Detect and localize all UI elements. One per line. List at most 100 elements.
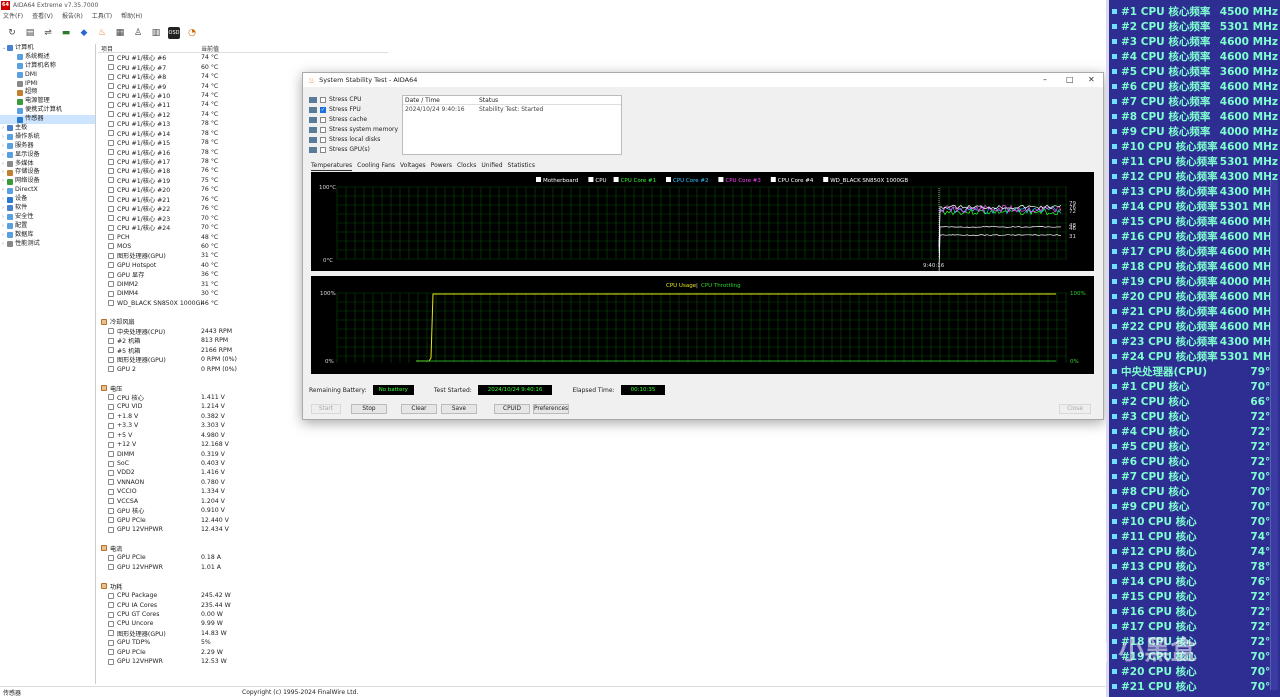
tree-item[interactable]: 便携式计算机 bbox=[0, 106, 95, 115]
tree-item[interactable]: 传感器 bbox=[0, 115, 95, 125]
table-row[interactable]: CPU #1/核心 #6 74 °C bbox=[98, 53, 388, 62]
tree-item[interactable]: › 配置 bbox=[0, 222, 95, 231]
disk-icon[interactable]: ◆ bbox=[78, 27, 90, 39]
table-row[interactable]: CPU IA Cores 235.44 W bbox=[98, 600, 388, 609]
table-row[interactable]: GPU 12VHPWR 12.53 W bbox=[98, 657, 388, 666]
legend-checkbox[interactable] bbox=[718, 177, 724, 182]
tab-cooling-fans[interactable]: Cooling Fans bbox=[357, 161, 395, 171]
maximize-icon[interactable]: □ bbox=[1066, 75, 1074, 84]
stress-checkbox[interactable] bbox=[320, 136, 326, 143]
tree-item[interactable]: › 主板 bbox=[0, 124, 95, 133]
osd-icon[interactable]: OSD bbox=[168, 27, 180, 39]
table-row[interactable]: CPU #1/核心 #7 60 °C bbox=[98, 62, 388, 72]
stress-option[interactable]: Stress GPU(s) bbox=[309, 145, 370, 154]
table-row[interactable]: VCCSA 1.204 V bbox=[98, 497, 388, 506]
stress-option[interactable]: ✓ Stress FPU bbox=[309, 105, 361, 114]
legend-checkbox[interactable] bbox=[536, 177, 541, 182]
stop-button[interactable]: Stop bbox=[351, 404, 387, 414]
stress-checkbox[interactable]: ✓ bbox=[320, 106, 326, 113]
tree-item[interactable]: 超频 bbox=[0, 88, 95, 97]
list-section-header[interactable]: 电流 bbox=[98, 544, 388, 553]
tree-item[interactable]: › 操作系统 bbox=[0, 133, 95, 142]
tree-item[interactable]: › DirectX bbox=[0, 186, 95, 195]
stress-checkbox[interactable] bbox=[320, 96, 326, 103]
table-row[interactable]: VNNAON 0.780 V bbox=[98, 478, 388, 487]
table-row[interactable]: CPU Package 245.42 W bbox=[98, 591, 388, 600]
tree-item[interactable]: › 显示设备 bbox=[0, 151, 95, 160]
close-icon[interactable]: ✕ bbox=[1088, 75, 1095, 84]
stress-checkbox[interactable] bbox=[320, 126, 326, 133]
stress-checkbox[interactable] bbox=[320, 146, 326, 153]
table-row[interactable]: +5 V 4.980 V bbox=[98, 431, 388, 440]
table-row[interactable]: +12 V 12.168 V bbox=[98, 440, 388, 449]
table-row[interactable]: VCCIO 1.334 V bbox=[98, 487, 388, 496]
osd-scrollbar[interactable] bbox=[1270, 180, 1278, 690]
preferences-button[interactable]: Preferences bbox=[533, 404, 569, 414]
tree-item[interactable]: › 性能测试 bbox=[0, 240, 95, 249]
start-button[interactable]: Start bbox=[311, 404, 341, 414]
table-row[interactable]: GPU TDP% 5% bbox=[98, 638, 388, 647]
table-row[interactable]: +3.3 V 3.303 V bbox=[98, 421, 388, 430]
column-item[interactable]: 项目 bbox=[98, 44, 201, 53]
tab-statistics[interactable]: Statistics bbox=[508, 161, 535, 171]
legend-checkbox[interactable] bbox=[666, 177, 671, 182]
tree-item[interactable]: › 数据库 bbox=[0, 231, 95, 240]
refresh-icon[interactable]: ↻ bbox=[6, 27, 18, 39]
legend-checkbox[interactable] bbox=[613, 177, 619, 182]
tab-voltages[interactable]: Voltages bbox=[400, 161, 426, 171]
tab-powers[interactable]: Powers bbox=[431, 161, 452, 171]
column-value[interactable]: 当前值 bbox=[201, 44, 219, 53]
table-row[interactable]: SoC 0.403 V bbox=[98, 459, 388, 468]
flame-icon[interactable]: ♨ bbox=[96, 27, 108, 39]
stress-option[interactable]: Stress local disks bbox=[309, 135, 380, 144]
tab-temperatures[interactable]: Temperatures bbox=[311, 161, 353, 171]
user-icon[interactable]: ♙ bbox=[132, 27, 144, 39]
tree-item[interactable]: 电源管理 bbox=[0, 97, 95, 106]
table-row[interactable]: GPU 12VHPWR 12.434 V bbox=[98, 525, 388, 534]
stress-option[interactable]: Stress system memory bbox=[309, 125, 398, 134]
network-icon[interactable]: ⇌ bbox=[42, 27, 54, 39]
list-section-header[interactable]: 功耗 bbox=[98, 582, 388, 591]
tree-item[interactable]: DMI bbox=[0, 71, 95, 80]
legend-checkbox[interactable] bbox=[588, 177, 594, 182]
table-row[interactable]: GPU PCIe 0.18 A bbox=[98, 553, 388, 562]
save-button[interactable]: Save bbox=[441, 404, 477, 414]
tree-item[interactable]: 计算机名称 bbox=[0, 62, 95, 71]
table-row[interactable]: CPU Uncore 9.99 W bbox=[98, 619, 388, 628]
tree-item[interactable]: › 服务器 bbox=[0, 142, 95, 151]
tree-item[interactable]: 系统概述 bbox=[0, 53, 95, 62]
tree-item[interactable]: › 网络设备 bbox=[0, 177, 95, 186]
table-row[interactable]: GPU 12VHPWR 1.01 A bbox=[98, 563, 388, 572]
menu-item[interactable]: 查看(V) bbox=[32, 11, 53, 21]
tree-item[interactable]: › 软件 bbox=[0, 204, 95, 213]
stress-option[interactable]: Stress CPU bbox=[309, 95, 362, 104]
table-row[interactable]: CPU GT Cores 0.00 W bbox=[98, 610, 388, 619]
tree-item[interactable]: IPMI bbox=[0, 80, 95, 89]
legend-checkbox[interactable] bbox=[770, 177, 776, 182]
minimize-icon[interactable]: – bbox=[1043, 75, 1047, 84]
legend-checkbox[interactable] bbox=[823, 177, 829, 182]
table-row[interactable]: VDD2 1.416 V bbox=[98, 468, 388, 477]
menu-item[interactable]: 工具(T) bbox=[92, 11, 112, 21]
memory-icon[interactable]: ▥ bbox=[150, 27, 162, 39]
tree-item[interactable]: ⌄ 计算机 bbox=[0, 44, 95, 53]
tab-unified[interactable]: Unified bbox=[481, 161, 502, 171]
tab-clocks[interactable]: Clocks bbox=[457, 161, 476, 171]
cpuid-button[interactable]: CPUID bbox=[494, 404, 530, 414]
gauge-icon[interactable]: ◔ bbox=[186, 27, 198, 39]
table-row[interactable]: GPU 核心 0.910 V bbox=[98, 506, 388, 515]
menu-item[interactable]: 文件(F) bbox=[3, 11, 23, 21]
menu-item[interactable]: 报告(R) bbox=[62, 11, 83, 21]
stress-checkbox[interactable] bbox=[320, 116, 326, 123]
table-row[interactable]: 图形处理器(GPU) 14.83 W bbox=[98, 629, 388, 638]
clear-button[interactable]: Clear bbox=[401, 404, 437, 414]
menu-item[interactable]: 帮助(H) bbox=[121, 11, 142, 21]
table-row[interactable]: DIMM 0.319 V bbox=[98, 449, 388, 458]
close-button[interactable]: Close bbox=[1059, 404, 1091, 414]
board-icon[interactable]: ▬ bbox=[60, 27, 72, 39]
tree-item[interactable]: › 设备 bbox=[0, 195, 95, 204]
gpu-icon[interactable]: ▦ bbox=[114, 27, 126, 39]
table-row[interactable]: GPU PCIe 2.29 W bbox=[98, 648, 388, 657]
table-row[interactable]: GPU PCIe 12.440 V bbox=[98, 515, 388, 524]
report-icon[interactable]: ▤ bbox=[24, 27, 36, 39]
